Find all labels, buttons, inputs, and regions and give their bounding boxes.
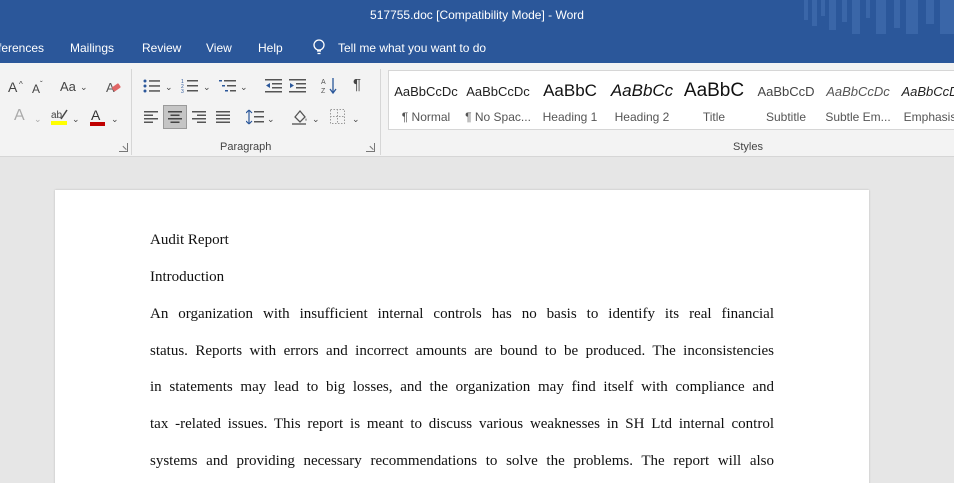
tab-review[interactable]: Review bbox=[142, 41, 181, 55]
show-formatting-marks-icon[interactable]: ¶ bbox=[353, 77, 361, 93]
multilevel-list-icon[interactable] bbox=[219, 78, 237, 94]
font-dialog-launcher-icon[interactable] bbox=[119, 143, 128, 152]
bullets-dropdown-icon[interactable]: ⌄ bbox=[165, 79, 173, 95]
ribbon: A ^ A ˇ Aa ⌄ A A ⌄ ab ⌄ A ⌄ ⌄ 1 2 3 ⌄ ⌄ bbox=[0, 63, 954, 157]
justify-icon[interactable] bbox=[216, 111, 230, 123]
borders-dropdown-icon[interactable]: ⌄ bbox=[352, 111, 360, 127]
change-case-icon[interactable]: Aa bbox=[60, 79, 76, 95]
decrease-indent-icon[interactable] bbox=[265, 79, 282, 93]
tab-references[interactable]: ferences bbox=[0, 41, 44, 55]
style-sample: AaBbCcD bbox=[757, 84, 815, 99]
shrink-font-icon[interactable]: A bbox=[32, 81, 40, 97]
styles-gallery: AaBbCcDc ¶ Normal AaBbCcDc ¶ No Spac... … bbox=[388, 70, 954, 130]
highlight-icon[interactable]: ab bbox=[50, 107, 70, 127]
style-sample: AaBbCcDc bbox=[466, 84, 530, 99]
align-center-icon[interactable] bbox=[168, 111, 182, 123]
paragraph-line: An organization with insufficient intern… bbox=[150, 306, 774, 322]
tell-me-search[interactable]: Tell me what you want to do bbox=[338, 41, 486, 55]
styles-group-label: Styles bbox=[733, 141, 763, 153]
multilevel-dropdown-icon[interactable]: ⌄ bbox=[240, 79, 248, 95]
bullets-icon[interactable] bbox=[143, 79, 161, 93]
borders-icon[interactable] bbox=[330, 109, 345, 124]
grow-font-icon[interactable]: A bbox=[8, 79, 17, 95]
shading-dropdown-icon[interactable]: ⌄ bbox=[312, 111, 320, 127]
style-sample: AaBbCc bbox=[610, 81, 674, 100]
clear-formatting-icon[interactable]: A bbox=[105, 79, 121, 95]
title-bar-decoration bbox=[804, 0, 954, 34]
paragraph-dialog-launcher-icon[interactable] bbox=[366, 143, 375, 152]
line-spacing-dropdown-icon[interactable]: ⌄ bbox=[267, 111, 275, 127]
style-sample: AaBbCcD bbox=[901, 84, 954, 99]
tab-view[interactable]: View bbox=[206, 41, 232, 55]
sort-icon[interactable]: A Z bbox=[321, 77, 337, 95]
grow-font-arrow-icon: ^ bbox=[19, 80, 23, 89]
shading-icon[interactable] bbox=[291, 108, 309, 126]
group-separator bbox=[131, 69, 132, 155]
style-subtle-emphasis[interactable]: AaBbCcDc Subtle Em... bbox=[822, 71, 894, 129]
style-title[interactable]: AaBbC Title bbox=[678, 71, 750, 129]
style-sample: AaBbC bbox=[683, 80, 745, 101]
style-name: Subtitle bbox=[765, 110, 807, 124]
title-bar: 517755.doc [Compatibility Mode] - Word bbox=[0, 0, 954, 34]
style-no-spacing[interactable]: AaBbCcDc ¶ No Spac... bbox=[462, 71, 534, 129]
style-heading-1[interactable]: AaBbC Heading 1 bbox=[534, 71, 606, 129]
tab-mailings[interactable]: Mailings bbox=[70, 41, 114, 55]
style-sample: AaBbCcDc bbox=[394, 84, 458, 99]
increase-indent-icon[interactable] bbox=[289, 79, 306, 93]
svg-text:ab: ab bbox=[51, 110, 63, 121]
style-name: Heading 1 bbox=[542, 110, 598, 124]
style-normal[interactable]: AaBbCcDc ¶ Normal bbox=[390, 71, 462, 129]
paragraph-line: systems and providing necessary recommen… bbox=[150, 453, 774, 469]
text-effects-icon[interactable]: A bbox=[14, 108, 25, 124]
paragraph-line: tax -related issues. This report is mean… bbox=[150, 416, 774, 432]
style-emphasis[interactable]: AaBbCcD Emphasis bbox=[894, 71, 954, 129]
document-subheading: Introduction bbox=[150, 269, 225, 285]
highlight-dropdown-icon[interactable]: ⌄ bbox=[72, 111, 80, 127]
style-name: Subtle Em... bbox=[825, 110, 891, 124]
numbering-dropdown-icon[interactable]: ⌄ bbox=[203, 79, 211, 95]
style-name: Title bbox=[702, 110, 726, 124]
ribbon-tabs: ferences Mailings Review View Help Tell … bbox=[0, 34, 954, 63]
style-name: ¶ No Spac... bbox=[465, 110, 531, 124]
svg-text:Z: Z bbox=[321, 88, 326, 95]
style-sample: AaBbC bbox=[543, 81, 597, 100]
document-heading: Audit Report bbox=[150, 232, 229, 248]
group-separator bbox=[380, 69, 381, 155]
style-subtitle[interactable]: AaBbCcD Subtitle bbox=[750, 71, 822, 129]
align-right-icon[interactable] bbox=[192, 111, 206, 123]
style-heading-2[interactable]: AaBbCc Heading 2 bbox=[606, 71, 678, 129]
svg-text:A: A bbox=[321, 79, 326, 86]
paragraph-group-label: Paragraph bbox=[220, 141, 272, 153]
shrink-font-arrow-icon: ˇ bbox=[40, 80, 43, 89]
line-spacing-icon[interactable] bbox=[246, 109, 264, 125]
document-page[interactable]: Audit Report Introduction An organizatio… bbox=[55, 190, 869, 483]
font-color-dropdown-icon[interactable]: ⌄ bbox=[111, 111, 119, 127]
paragraph-line: status. Reports with errors and incorrec… bbox=[150, 343, 774, 359]
style-name: Emphasis bbox=[903, 110, 954, 124]
lightbulb-icon[interactable] bbox=[312, 39, 326, 57]
style-name: Heading 2 bbox=[614, 110, 670, 124]
font-color-icon[interactable]: A bbox=[89, 107, 107, 127]
align-left-icon[interactable] bbox=[144, 111, 158, 123]
change-case-dropdown-icon[interactable]: ⌄ bbox=[80, 79, 88, 95]
style-sample: AaBbCcDc bbox=[826, 84, 890, 99]
svg-text:3: 3 bbox=[181, 89, 184, 94]
numbering-icon[interactable]: 1 2 3 bbox=[181, 78, 199, 94]
paragraph-line: in statements may lead to big losses, an… bbox=[150, 379, 774, 395]
svg-text:A: A bbox=[91, 107, 101, 123]
text-effects-dropdown-icon[interactable]: ⌄ bbox=[34, 111, 42, 127]
style-name: ¶ Normal bbox=[401, 110, 451, 124]
tab-help[interactable]: Help bbox=[258, 41, 283, 55]
